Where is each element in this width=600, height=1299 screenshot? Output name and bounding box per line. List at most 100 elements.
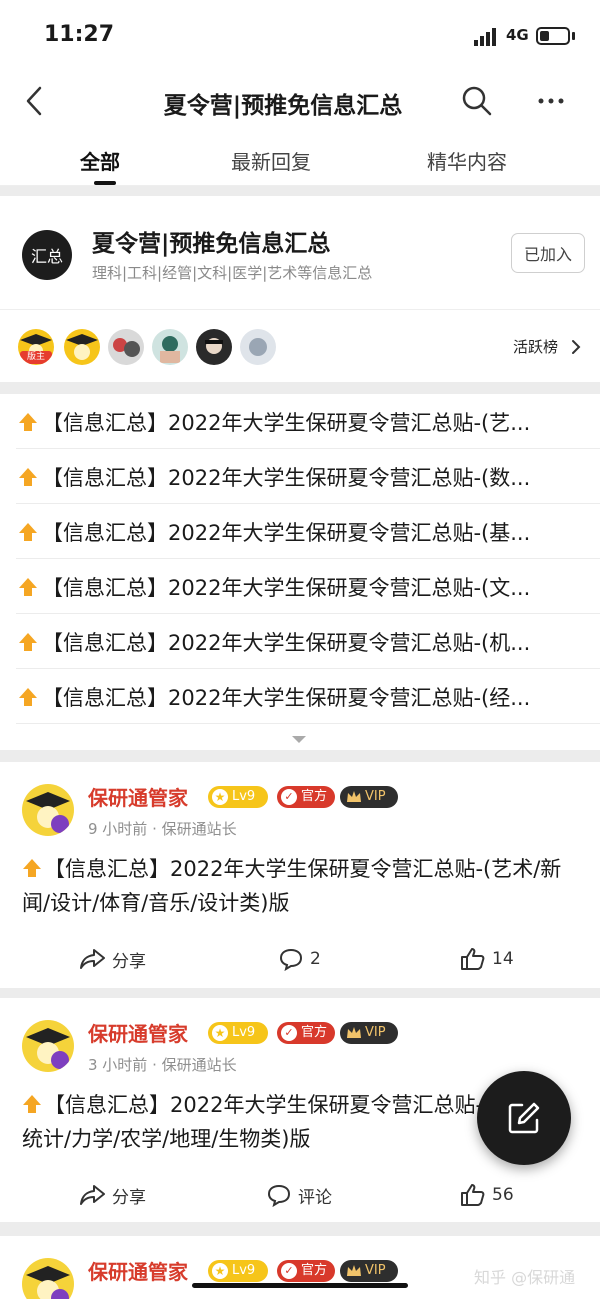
level-text: Lv9: [232, 789, 256, 804]
star-icon: ★: [212, 1025, 228, 1041]
like-count: 56: [492, 1185, 514, 1205]
official-badge: ✓ 官方: [277, 786, 335, 808]
check-icon: ✓: [281, 789, 297, 805]
author-avatar[interactable]: [22, 1020, 74, 1072]
moderator-tag: 版主: [20, 351, 52, 364]
member-avatar-moderator[interactable]: 版主: [18, 329, 54, 365]
comment-label: 评论: [298, 1187, 332, 1208]
avatar-image: [160, 336, 180, 363]
pinned-post-title: 【信息汇总】2022年大学生保研夏令营汇总贴-(经...: [42, 686, 531, 710]
pinned-post-row[interactable]: 【信息汇总】2022年大学生保研夏令营汇总贴-(经...: [16, 669, 600, 724]
level-text: Lv9: [232, 1025, 256, 1040]
share-label: 分享: [112, 1187, 146, 1208]
tab-all[interactable]: 全部: [80, 146, 120, 175]
vip-text: VIP: [365, 789, 386, 804]
pin-up-icon: [19, 468, 37, 486]
edit-icon: [508, 1102, 540, 1134]
vip-text: VIP: [365, 1025, 386, 1040]
compose-button[interactable]: [477, 1071, 571, 1165]
pinned-post-title: 【信息汇总】2022年大学生保研夏令营汇总贴-(机...: [42, 631, 531, 655]
pin-up-icon: [19, 578, 37, 596]
pinned-post-row[interactable]: 【信息汇总】2022年大学生保研夏令营汇总贴-(艺...: [16, 394, 600, 449]
like-button[interactable]: 14: [460, 944, 514, 974]
pinned-post-row[interactable]: 【信息汇总】2022年大学生保研夏令营汇总贴-(数...: [16, 449, 600, 504]
pin-up-icon: [19, 413, 37, 431]
official-text: 官方: [301, 1263, 328, 1278]
pin-up-icon: [19, 523, 37, 541]
official-badge: ✓ 官方: [277, 1260, 335, 1282]
pinned-post-row[interactable]: 【信息汇总】2022年大学生保研夏令营汇总贴-(机...: [16, 614, 600, 669]
pinned-posts: 【信息汇总】2022年大学生保研夏令营汇总贴-(艺... 【信息汇总】2022年…: [0, 394, 600, 750]
comment-icon: [267, 1184, 291, 1207]
comment-button[interactable]: 2: [278, 944, 321, 974]
thumbs-up-icon: [461, 948, 485, 970]
comment-count: 2: [310, 949, 321, 969]
pinned-post-title: 【信息汇总】2022年大学生保研夏令营汇总贴-(基...: [42, 521, 531, 545]
vip-text: VIP: [365, 1263, 386, 1278]
like-count: 14: [492, 949, 514, 969]
pinned-post-title: 【信息汇总】2022年大学生保研夏令营汇总贴-(数...: [42, 466, 531, 490]
crown-icon: [347, 1265, 361, 1276]
post-title[interactable]: 【信息汇总】2022年大学生保研夏令营汇总贴-(艺术/新闻/设计/体育/音乐/设…: [22, 852, 582, 920]
vip-badge: VIP: [340, 1022, 398, 1044]
pin-up-icon: [23, 859, 41, 877]
tab-featured[interactable]: 精华内容: [427, 146, 507, 175]
active-rank-link[interactable]: 活跃榜: [513, 336, 558, 357]
author-name[interactable]: 保研通管家: [88, 782, 188, 811]
expand-arrow-icon[interactable]: [292, 736, 306, 743]
group-name: 夏令营|预推免信息汇总: [92, 231, 331, 257]
avatar-image: [113, 338, 140, 357]
search-icon[interactable]: [460, 84, 494, 118]
pinned-post-title: 【信息汇总】2022年大学生保研夏令营汇总贴-(文...: [42, 576, 531, 600]
post-title-text: 【信息汇总】2022年大学生保研夏令营汇总贴-(艺术/新闻/设计/体育/音乐/设…: [22, 857, 562, 915]
group-description: 理科|工科|经管|文科|医学|艺术等信息汇总: [92, 264, 373, 282]
group-avatar[interactable]: 汇总: [22, 230, 72, 280]
more-options-icon[interactable]: [534, 86, 568, 116]
member-avatar[interactable]: [108, 329, 144, 365]
like-button[interactable]: 56: [460, 1180, 514, 1210]
comment-button[interactable]: 评论: [266, 1180, 332, 1210]
author-name[interactable]: 保研通管家: [88, 1256, 188, 1285]
author-avatar[interactable]: [22, 1258, 74, 1299]
crown-icon: [347, 1027, 361, 1038]
nav-bar: 夏令营|预推免信息汇总: [0, 70, 600, 132]
official-text: 官方: [301, 789, 328, 804]
chevron-right-icon: [572, 340, 581, 354]
graduate-cap-icon: [66, 334, 98, 360]
vip-badge: VIP: [340, 786, 398, 808]
battery-tip: [572, 32, 575, 40]
member-avatar[interactable]: [152, 329, 188, 365]
active-tab-indicator: [94, 181, 116, 185]
member-avatar[interactable]: [196, 329, 232, 365]
level-badge: ★ Lv9: [208, 1260, 268, 1282]
author-name[interactable]: 保研通管家: [88, 1018, 188, 1047]
group-info-card: 汇总 夏令营|预推免信息汇总 理科|工科|经管|文科|医学|艺术等信息汇总 已加…: [0, 196, 600, 382]
post-meta: 9 小时前 · 保研通站长: [88, 820, 237, 838]
star-icon: ★: [212, 1263, 228, 1279]
share-button[interactable]: 分享: [80, 944, 146, 974]
pin-up-icon: [23, 1095, 41, 1113]
avatar-image: [205, 338, 223, 354]
check-icon: ✓: [281, 1263, 297, 1279]
tab-latest-reply[interactable]: 最新回复: [231, 146, 311, 175]
pinned-post-row[interactable]: 【信息汇总】2022年大学生保研夏令营汇总贴-(基...: [16, 504, 600, 559]
thumbs-up-icon: [461, 1184, 485, 1206]
share-button[interactable]: 分享: [80, 1180, 146, 1210]
share-label: 分享: [112, 951, 146, 972]
feed-post[interactable]: 保研通管家 ★ Lv9 ✓ 官方 VIP 9 小时前 · 保研通站长 【信息汇总】2…: [0, 762, 600, 988]
member-avatar[interactable]: [64, 329, 100, 365]
status-time: 11:27: [44, 22, 115, 47]
graduate-cap-icon: [26, 1266, 70, 1299]
divider: [0, 309, 600, 310]
level-badge: ★ Lv9: [208, 1022, 268, 1044]
level-text: Lv9: [232, 1263, 256, 1278]
author-avatar[interactable]: [22, 784, 74, 836]
comment-icon: [279, 948, 303, 971]
joined-button[interactable]: 已加入: [511, 233, 585, 273]
crown-icon: [347, 791, 361, 802]
pinned-post-row[interactable]: 【信息汇总】2022年大学生保研夏令营汇总贴-(文...: [16, 559, 600, 614]
member-avatar[interactable]: [240, 329, 276, 365]
star-icon: ★: [212, 789, 228, 805]
graduate-cap-icon: [26, 792, 70, 833]
share-icon: [80, 949, 105, 969]
